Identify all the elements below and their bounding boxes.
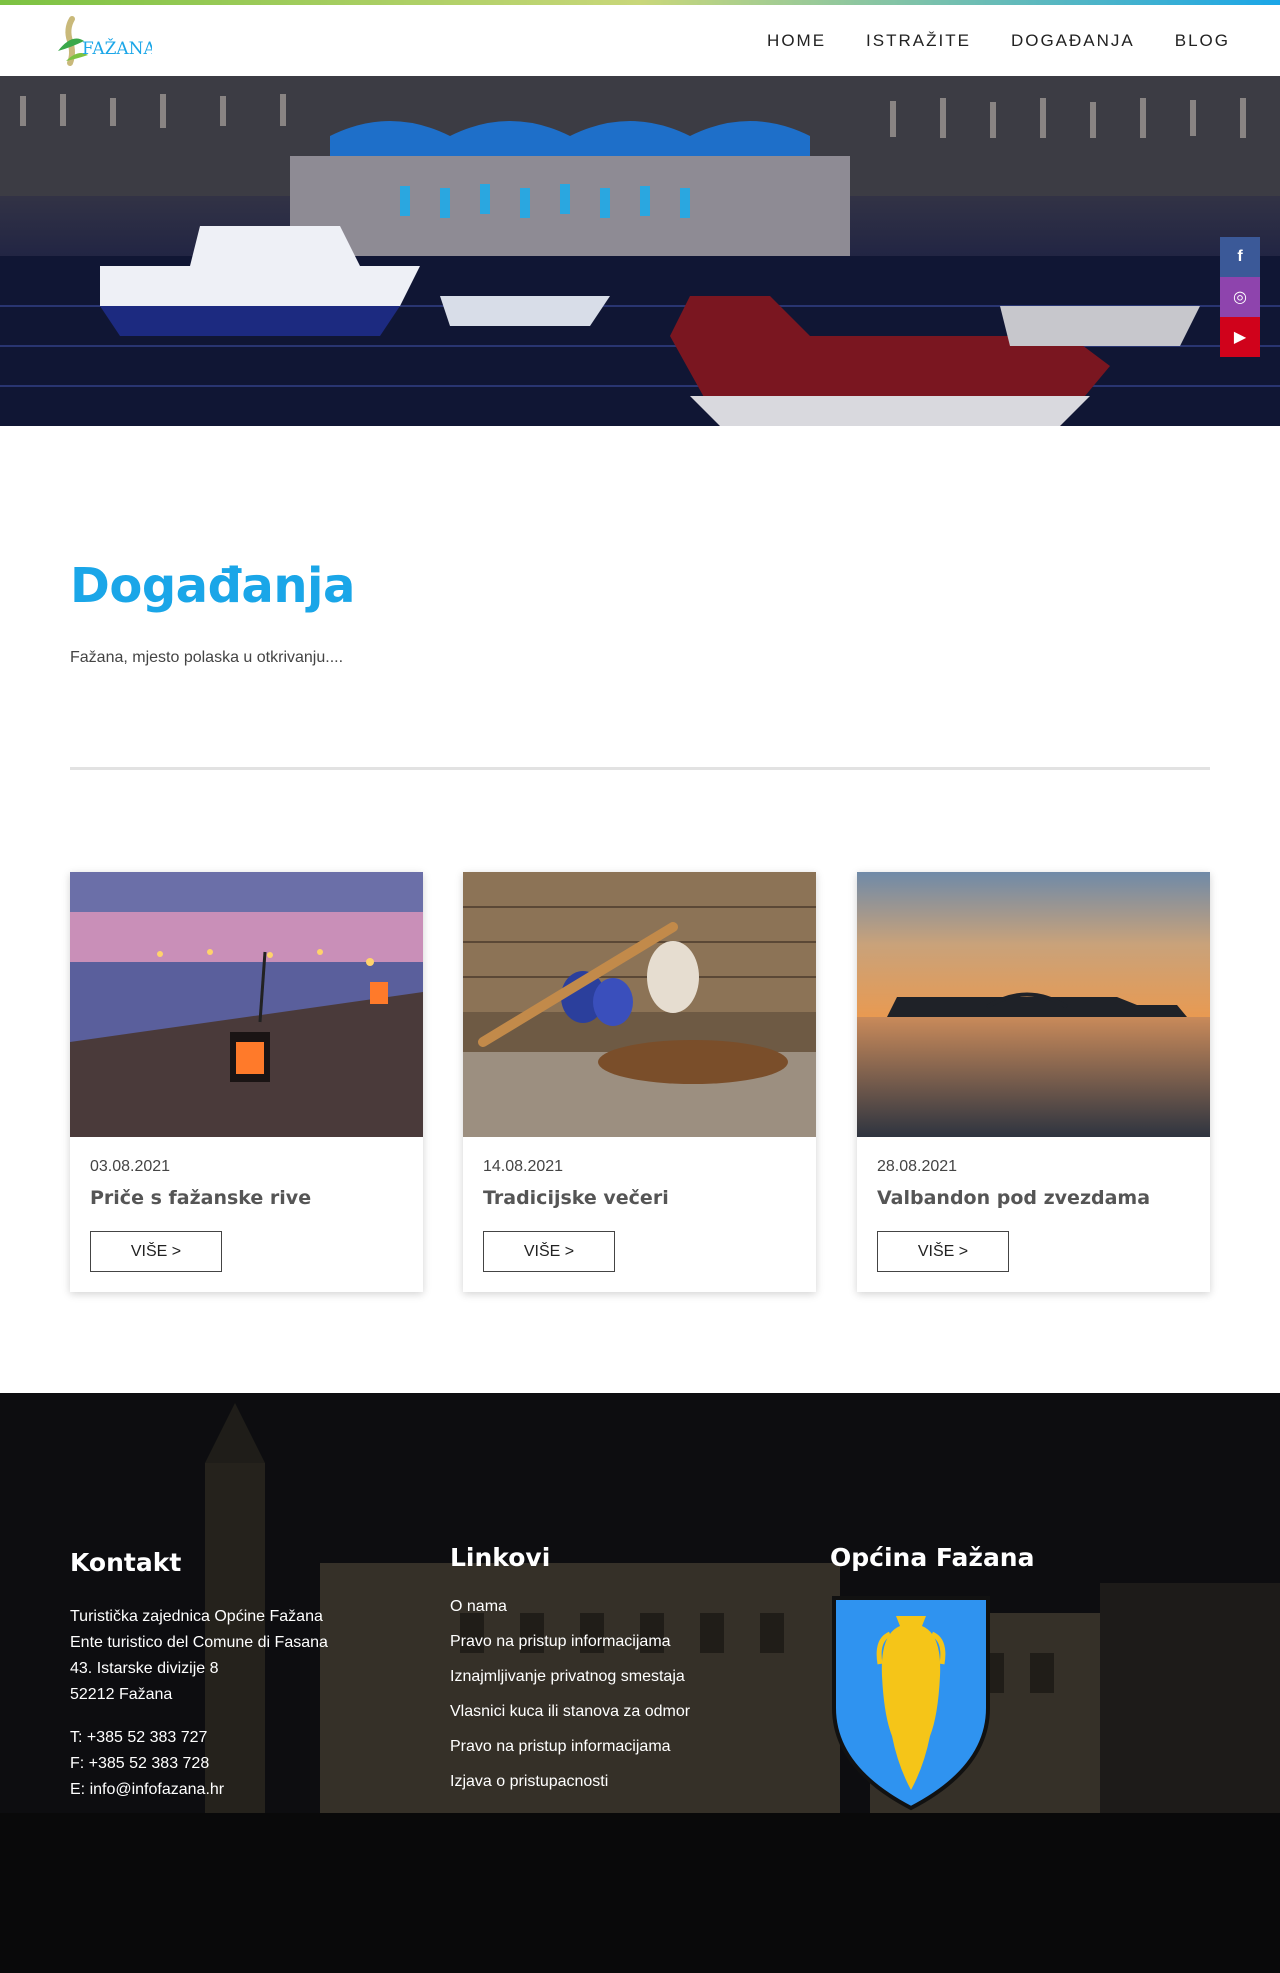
event-image-lantern[interactable] <box>70 872 423 1137</box>
event-card: 28.08.2021 Valbandon pod zvezdama VIŠE > <box>857 872 1210 1292</box>
page-subtitle: Fažana, mjesto polaska u otkrivanju.... <box>70 649 344 666</box>
event-card: 03.08.2021 Priče s fažanske rive VIŠE > <box>70 872 423 1292</box>
footer-link-vlasnici[interactable]: Vlasnici kuca ili stanova za odmor <box>450 1701 690 1736</box>
footer-link-iznajmljivanje[interactable]: Iznajmljivanje privatnog smestaja <box>450 1666 690 1701</box>
nav-dogadanja[interactable]: DOGAĐANJA <box>1011 31 1135 51</box>
address-line: Ente turistico del Comune di Fasana <box>70 1634 328 1651</box>
footer-contact-numbers: T: +385 52 383 727 F: +385 52 383 728 E:… <box>70 1725 224 1803</box>
event-image-tradition[interactable] <box>463 872 816 1137</box>
more-button[interactable]: VIŠE > <box>90 1231 222 1272</box>
address-line: 43. Istarske divizije 8 <box>70 1660 219 1677</box>
event-title[interactable]: Valbandon pod zvezdama <box>877 1187 1150 1209</box>
section-divider <box>70 767 1210 770</box>
footer-link-pristup-informacijama[interactable]: Pravo na pristup informacijama <box>450 1631 690 1666</box>
footer-link-izjava-pristupacnosti[interactable]: Izjava o pristupacnosti <box>450 1771 690 1806</box>
event-date: 28.08.2021 <box>877 1158 958 1175</box>
site-logo[interactable]: FAŽANA <box>52 11 152 71</box>
site-header: FAŽANA HOME ISTRAŽITE DOGAĐANJA BLOG <box>0 5 1280 76</box>
social-sidebar: f ◎ ▶ <box>1220 237 1260 357</box>
event-date: 03.08.2021 <box>90 1158 171 1175</box>
nav-istrazite[interactable]: ISTRAŽITE <box>866 31 971 51</box>
footer-link-pristup-informacijama-2[interactable]: Pravo na pristup informacijama <box>450 1736 690 1771</box>
more-button[interactable]: VIŠE > <box>877 1231 1009 1272</box>
footer-municipality-title: Općina Fažana <box>830 1543 1035 1572</box>
event-date: 14.08.2021 <box>483 1158 564 1175</box>
event-title[interactable]: Priče s fažanske rive <box>90 1187 311 1209</box>
logo-text: FAŽANA <box>82 38 152 59</box>
facebook-icon[interactable]: f <box>1220 237 1260 277</box>
youtube-icon[interactable]: ▶ <box>1220 317 1260 357</box>
footer-contact-address: Turistička zajednica Općine Fažana Ente … <box>70 1604 328 1708</box>
page-title: Događanja <box>70 558 355 614</box>
site-footer: Kontakt Turistička zajednica Općine Faža… <box>0 1393 1280 1973</box>
hero-banner <box>0 76 1280 426</box>
event-title[interactable]: Tradicijske večeri <box>483 1187 669 1209</box>
event-image-sunset[interactable] <box>857 872 1210 1137</box>
coat-of-arms-icon[interactable] <box>830 1594 992 1812</box>
more-button[interactable]: VIŠE > <box>483 1231 615 1272</box>
logo-icon: FAŽANA <box>58 15 152 66</box>
phone-text[interactable]: T: +385 52 383 727 <box>70 1725 224 1751</box>
footer-link-o-nama[interactable]: O nama <box>450 1596 690 1631</box>
nav-blog[interactable]: BLOG <box>1175 31 1230 51</box>
main-nav: HOME ISTRAŽITE DOGAĐANJA BLOG <box>767 31 1230 51</box>
fax-text: F: +385 52 383 728 <box>70 1755 210 1772</box>
address-line: Turistička zajednica Općine Fažana <box>70 1608 323 1625</box>
hero-harbor-image <box>0 76 1280 426</box>
email-text[interactable]: E: info@infofazana.hr <box>70 1777 224 1803</box>
footer-links-list: O nama Pravo na pristup informacijama Iz… <box>450 1596 690 1806</box>
footer-contact-title: Kontakt <box>70 1548 182 1577</box>
footer-links-title: Linkovi <box>450 1543 551 1572</box>
nav-home[interactable]: HOME <box>767 31 826 51</box>
event-card: 14.08.2021 Tradicijske večeri VIŠE > <box>463 872 816 1292</box>
address-line: 52212 Fažana <box>70 1686 173 1703</box>
instagram-icon[interactable]: ◎ <box>1220 277 1260 317</box>
